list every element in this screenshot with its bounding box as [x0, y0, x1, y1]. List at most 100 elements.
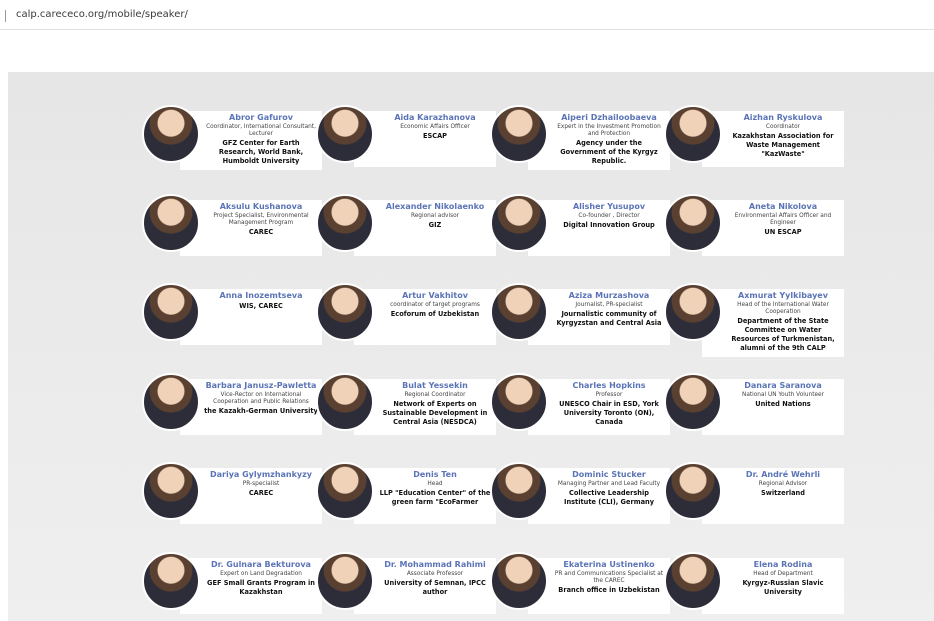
speaker-role: Head of the International Water Cooperat… — [737, 302, 829, 315]
speaker-role: Journalist, PR-specialist — [575, 302, 643, 308]
speaker-name[interactable]: Dr. André Wehrli — [726, 470, 840, 480]
speaker-name[interactable]: Aiperi Dzhailoobaeva — [552, 113, 666, 123]
speaker-name[interactable]: Axmurat Yylkibayev — [726, 291, 840, 301]
speaker-avatar[interactable] — [490, 283, 548, 341]
speaker-name[interactable]: Aziza Murzashova — [552, 291, 666, 301]
speaker-org: Network of Experts on Sustainable Develo… — [382, 400, 488, 426]
speaker-role: Regional Advisor — [758, 481, 808, 487]
speaker-role: Expert on Land Degradation — [220, 571, 302, 577]
speaker-org: GIZ — [428, 221, 442, 229]
speaker-avatar[interactable] — [490, 552, 548, 610]
speaker-avatar[interactable] — [142, 462, 200, 520]
speaker-info: Dr. Mohammad Rahimi Associate Professor … — [354, 558, 496, 614]
speaker-info: Dr. Gulnara Bekturova Expert on Land Deg… — [180, 558, 322, 614]
speaker-avatar[interactable] — [664, 283, 722, 341]
speaker-name[interactable]: Bulat Yessekin — [378, 381, 492, 391]
speaker-avatar[interactable] — [664, 373, 722, 431]
speaker-name[interactable]: Alexander Nikolaenko — [378, 202, 492, 212]
speaker-org: Kyrgyz-Russian Slavic University — [742, 579, 824, 596]
speaker-name[interactable]: Denis Ten — [378, 470, 492, 480]
speaker-info: Dominic Stucker Managing Partner and Lea… — [528, 468, 670, 524]
speaker-role: Head — [427, 481, 443, 487]
speaker-org: ESCAP — [422, 132, 448, 140]
speaker-role: coordinator of target programs — [390, 302, 480, 308]
speaker-name[interactable]: Abror Gafurov — [204, 113, 318, 123]
speaker-avatar[interactable] — [316, 462, 374, 520]
speaker-avatar[interactable] — [490, 194, 548, 252]
speaker-info: Aida Karazhanova Economic Affairs Office… — [354, 111, 496, 167]
speaker-avatar[interactable] — [664, 552, 722, 610]
speaker-role: Regional Coordinator — [404, 392, 466, 398]
speaker-org: University of Semnan, IPCC author — [384, 579, 486, 596]
speaker-avatar[interactable] — [316, 105, 374, 163]
speaker-name[interactable]: Barbara Janusz-Pawletta — [204, 381, 318, 391]
speaker-avatar[interactable] — [316, 194, 374, 252]
speaker-org: United Nations — [755, 400, 811, 408]
speaker-org: GFZ Center for Earth Research, World Ban… — [218, 139, 304, 165]
speaker-role: Co-founder , Director — [578, 213, 640, 219]
speaker-org: Branch office in Uzbekistan — [558, 586, 660, 594]
speaker-name[interactable]: Anna Inozemtseva — [204, 291, 318, 301]
speaker-info: Anna Inozemtseva WIS, CAREC — [180, 289, 322, 345]
speaker-role: National UN Youth Volunteer — [741, 392, 824, 398]
speaker-org: WIS, CAREC — [239, 302, 283, 310]
speaker-name[interactable]: Danara Saranova — [726, 381, 840, 391]
speaker-info: Barbara Janusz-Pawletta Vice-Rector on I… — [180, 379, 322, 435]
speaker-role: Economic Affairs Officer — [400, 124, 470, 130]
speaker-org: UNESCO Chair in ESD, York University Tor… — [559, 400, 659, 426]
speaker-info: Aiperi Dzhailoobaeva Expert in the Inves… — [528, 111, 670, 170]
speaker-avatar[interactable] — [490, 105, 548, 163]
url-text[interactable]: calp.carececo.org/mobile/speaker/ — [16, 9, 188, 20]
speaker-org: Collective Leadership Institute (CLI), G… — [563, 489, 655, 506]
speaker-avatar[interactable] — [142, 552, 200, 610]
speaker-avatar[interactable] — [490, 462, 548, 520]
speaker-org: UN ESCAP — [764, 228, 802, 236]
speaker-name[interactable]: Artur Vakhitov — [378, 291, 492, 301]
speaker-name[interactable]: Aksulu Kushanova — [204, 202, 318, 212]
address-bar-divider — [5, 10, 6, 22]
speaker-name[interactable]: Dominic Stucker — [552, 470, 666, 480]
speaker-grid: Abror Gafurov Coordinator, International… — [8, 72, 934, 621]
speaker-avatar[interactable] — [316, 373, 374, 431]
speaker-info: Ekaterina Ustinenko PR and Communication… — [528, 558, 670, 614]
speaker-name[interactable]: Dr. Mohammad Rahimi — [378, 560, 492, 570]
speaker-info: Aksulu Kushanova Project Specialist, Env… — [180, 200, 322, 256]
speaker-org: CAREC — [248, 228, 274, 236]
speaker-avatar[interactable] — [490, 373, 548, 431]
speaker-name[interactable]: Charles Hopkins — [552, 381, 666, 391]
speaker-avatar[interactable] — [142, 283, 200, 341]
speaker-org: Switzerland — [761, 489, 805, 497]
speaker-name[interactable]: Alisher Yusupov — [552, 202, 666, 212]
speaker-role: Coordinator — [765, 124, 801, 130]
speaker-name[interactable]: Dariya Gylymzhankyzy — [204, 470, 318, 480]
speaker-info: Charles Hopkins Professor UNESCO Chair i… — [528, 379, 670, 435]
speaker-org: Department of the State Committee on Wat… — [731, 317, 835, 352]
speaker-org: Agency under the Government of the Kyrgy… — [560, 139, 658, 165]
speaker-info: Abror Gafurov Coordinator, International… — [180, 111, 322, 170]
speaker-avatar[interactable] — [664, 105, 722, 163]
speaker-name[interactable]: Aizhan Ryskulova — [726, 113, 840, 123]
speaker-avatar[interactable] — [142, 194, 200, 252]
speaker-avatar[interactable] — [664, 194, 722, 252]
speaker-avatar[interactable] — [316, 552, 374, 610]
speaker-avatar[interactable] — [142, 373, 200, 431]
address-bar[interactable]: calp.carececo.org/mobile/speaker/ — [0, 0, 934, 30]
speaker-org: the Kazakh-German University — [204, 407, 318, 415]
speaker-name[interactable]: Aneta Nikolova — [726, 202, 840, 212]
speaker-role: Managing Partner and Lead Faculty — [557, 481, 661, 487]
speaker-avatar[interactable] — [664, 462, 722, 520]
speaker-org: LLP "Education Center" of the green farm… — [379, 489, 491, 506]
speaker-role: Expert in the Investment Promotion and P… — [557, 124, 661, 137]
speaker-info: Artur Vakhitov coordinator of target pro… — [354, 289, 496, 345]
speaker-org: Ecoforum of Uzbekistan — [390, 310, 480, 318]
speaker-name[interactable]: Ekaterina Ustinenko — [552, 560, 666, 570]
speaker-avatar[interactable] — [316, 283, 374, 341]
speaker-avatar[interactable] — [142, 105, 200, 163]
speaker-org: CAREC — [248, 489, 274, 497]
speaker-name[interactable]: Aida Karazhanova — [378, 113, 492, 123]
speaker-name[interactable]: Elena Rodina — [726, 560, 840, 570]
speaker-role: PR and Communications Specialist at the … — [554, 571, 664, 584]
speaker-role: Professor — [595, 392, 623, 398]
speaker-name[interactable]: Dr. Gulnara Bekturova — [204, 560, 318, 570]
speaker-info: Alexander Nikolaenko Regional advisor GI… — [354, 200, 496, 256]
